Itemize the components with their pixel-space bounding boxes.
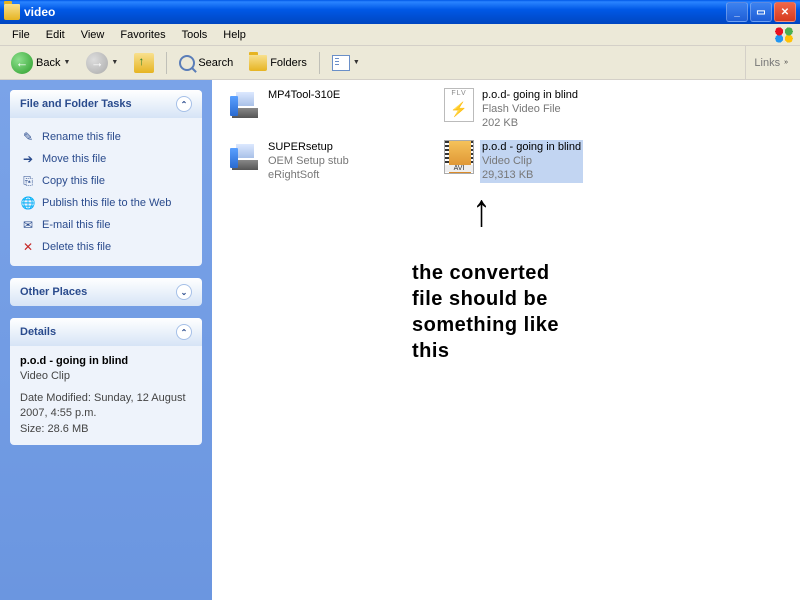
folders-icon [249,55,267,71]
file-size: 202 KB [482,117,578,131]
chevron-right-icon: » [784,59,788,66]
exe-icon [230,142,260,172]
windows-flag-icon [772,26,796,44]
flv-icon [444,88,474,122]
task-label: Rename this file [42,131,121,143]
tasks-title: File and Folder Tasks [20,98,132,110]
avi-icon [444,140,474,174]
task-copy[interactable]: ⎘ Copy this file [20,170,192,192]
file-type: Flash Video File [482,103,578,117]
minimize-button[interactable]: _ [726,2,748,22]
back-arrow-icon: ← [11,52,33,74]
collapse-icon: ⌃ [176,96,192,112]
move-icon: ➔ [20,151,36,167]
file-name: MP4Tool-310E [268,89,340,103]
forward-arrow-icon: → [86,52,108,74]
file-item-avi[interactable]: p.o.d - going in blind Video Clip 29,313… [440,138,640,185]
tasks-header[interactable]: File and Folder Tasks ⌃ [10,90,202,118]
toolbar: ← Back ▼ → ▼ Search Folders ▼ Links » [0,46,800,80]
chevron-down-icon: ▼ [111,59,118,66]
task-label: Copy this file [42,175,105,187]
separator [166,52,167,74]
menu-tools[interactable]: Tools [174,27,216,43]
file-item-supersetup[interactable]: SUPERsetup OEM Setup stub eRightSoft [226,138,426,185]
task-label: E-mail this file [42,219,110,231]
links-panel[interactable]: Links » [745,46,796,79]
sidebar: File and Folder Tasks ⌃ ✎ Rename this fi… [0,80,212,600]
menubar: File Edit View Favorites Tools Help [0,24,800,46]
file-name: p.o.d- going in blind [482,89,578,103]
details-modified: Date Modified: Sunday, 12 August 2007, 4… [20,391,192,422]
task-label: Delete this file [42,241,111,253]
other-places-header[interactable]: Other Places ⌄ [10,278,202,306]
menu-help[interactable]: Help [215,27,254,43]
menu-file[interactable]: File [4,27,38,43]
globe-icon: 🌐 [20,195,36,211]
file-name: p.o.d - going in blind [482,141,581,155]
details-header[interactable]: Details ⌃ [10,318,202,346]
views-icon [332,55,350,71]
details-name: p.o.d - going in blind [20,354,192,369]
task-label: Publish this file to the Web [42,197,171,209]
details-type: Video Clip [20,369,192,384]
menu-favorites[interactable]: Favorites [112,27,173,43]
details-title: Details [20,326,56,338]
folder-icon [4,4,20,20]
copy-icon: ⎘ [20,173,36,189]
exe-icon [230,90,260,120]
email-icon: ✉ [20,217,36,233]
chevron-down-icon: ▼ [63,59,70,66]
other-places-panel: Other Places ⌄ [10,278,202,306]
back-label: Back [36,57,60,69]
views-button[interactable]: ▼ [325,51,367,75]
file-item-flv[interactable]: p.o.d- going in blind Flash Video File 2… [440,86,640,133]
folder-up-icon [134,53,154,73]
delete-icon: ✕ [20,239,36,255]
back-button[interactable]: ← Back ▼ [4,48,77,78]
folders-label: Folders [270,57,307,69]
file-item-mp4tool[interactable]: MP4Tool-310E [226,86,426,124]
search-icon [179,55,195,71]
task-rename[interactable]: ✎ Rename this file [20,126,192,148]
tasks-panel: File and Folder Tasks ⌃ ✎ Rename this fi… [10,90,202,266]
file-desc: OEM Setup stub [268,155,349,169]
chevron-down-icon: ▼ [353,59,360,66]
task-label: Move this file [42,153,106,165]
menu-view[interactable]: View [73,27,113,43]
window-title: video [24,5,726,19]
task-publish[interactable]: 🌐 Publish this file to the Web [20,192,192,214]
file-list[interactable]: MP4Tool-310E SUPERsetup OEM Setup stub e… [212,80,800,600]
task-delete[interactable]: ✕ Delete this file [20,236,192,258]
search-button[interactable]: Search [172,51,240,75]
forward-button[interactable]: → ▼ [79,48,125,78]
annotation-arrow-icon: ↑ [472,186,491,238]
links-label: Links [754,57,780,69]
file-type: Video Clip [482,155,581,169]
up-button[interactable] [127,49,161,77]
separator [319,52,320,74]
titlebar: video _ ▭ ✕ [0,0,800,24]
task-email[interactable]: ✉ E-mail this file [20,214,192,236]
folders-button[interactable]: Folders [242,51,314,75]
menu-edit[interactable]: Edit [38,27,73,43]
maximize-button[interactable]: ▭ [750,2,772,22]
file-company: eRightSoft [268,169,349,183]
search-label: Search [198,57,233,69]
details-panel: Details ⌃ p.o.d - going in blind Video C… [10,318,202,445]
close-button[interactable]: ✕ [774,2,796,22]
file-name: SUPERsetup [268,141,349,155]
annotation-text: the converted file should be something l… [412,260,559,364]
main-area: File and Folder Tasks ⌃ ✎ Rename this fi… [0,80,800,600]
collapse-icon: ⌃ [176,324,192,340]
task-move[interactable]: ➔ Move this file [20,148,192,170]
rename-icon: ✎ [20,129,36,145]
file-size: 29,313 KB [482,169,581,183]
other-places-title: Other Places [20,286,87,298]
expand-icon: ⌄ [176,284,192,300]
details-size: Size: 28.6 MB [20,422,192,437]
